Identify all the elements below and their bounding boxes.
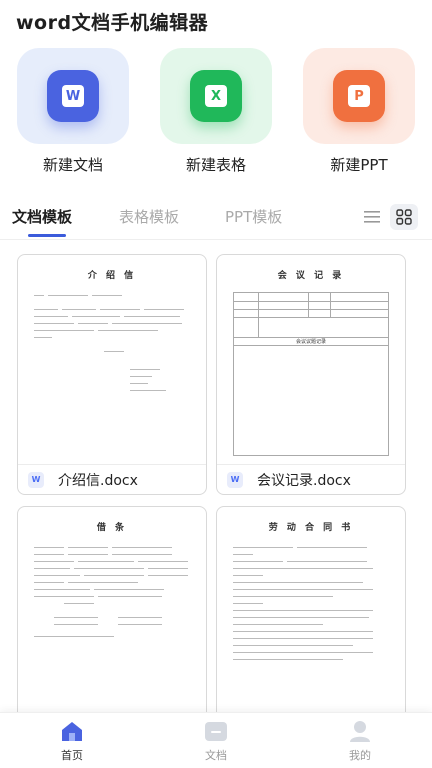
nav-profile-label: 我的 — [349, 749, 371, 762]
preview-table-header: 会议议题记录 — [295, 339, 326, 346]
profile-icon — [347, 719, 373, 743]
preview-title: 劳 动 合 同 书 — [268, 523, 354, 533]
new-ppt-label: 新建PPT — [330, 156, 388, 174]
template-card-footer: W 介绍信.docx — [18, 464, 206, 494]
nav-profile[interactable]: 我的 — [320, 719, 400, 763]
create-actions: W 新建文档 X 新建表格 P 新建PPT — [0, 48, 432, 178]
grid-view-button[interactable] — [390, 204, 418, 230]
preview-table: 会议议题记录 — [233, 292, 389, 457]
template-preview: 会 议 记 录 会议议题记录 — [217, 255, 405, 464]
bottom-navigation: 首页 文档 我的 — [0, 712, 432, 768]
template-name: 介绍信.docx — [58, 472, 138, 489]
nav-home[interactable]: 首页 — [32, 719, 112, 763]
template-card-iou[interactable]: 借 条 — [17, 506, 207, 726]
active-tab-indicator — [28, 234, 66, 237]
new-document-label: 新建文档 — [42, 156, 103, 174]
tab-document-templates[interactable]: 文档模板 — [12, 206, 72, 227]
new-ppt-tile[interactable]: P — [303, 48, 415, 144]
template-card-footer: W 会议记录.docx — [217, 464, 405, 494]
home-icon — [59, 719, 85, 743]
word-glyph: W — [62, 85, 84, 107]
template-tabs: 文档模板 表格模板 PPT模板 — [0, 198, 432, 240]
template-preview: 借 条 — [18, 507, 206, 725]
document-folder-icon — [203, 719, 229, 743]
template-preview: 介 绍 信 — [18, 255, 206, 464]
word-file-icon: W — [227, 471, 243, 488]
word-doc-icon: W — [47, 70, 99, 122]
nav-home-label: 首页 — [61, 749, 83, 762]
ppt-glyph: P — [348, 85, 370, 107]
preview-title: 介 绍 信 — [87, 271, 137, 281]
excel-sheet-icon: X — [190, 70, 242, 122]
grid-view-icon — [396, 209, 412, 225]
tab-ppt-templates[interactable]: PPT模板 — [225, 206, 282, 227]
app-title: word文档手机编辑器 — [16, 12, 209, 34]
word-file-icon: W — [28, 471, 44, 488]
preview-title: 借 条 — [96, 523, 128, 533]
template-name: 会议记录.docx — [257, 472, 351, 489]
template-preview: 劳 动 合 同 书 — [217, 507, 405, 725]
new-spreadsheet-label: 新建表格 — [185, 156, 246, 174]
nav-documents[interactable]: 文档 — [176, 719, 256, 763]
nav-documents-label: 文档 — [205, 749, 227, 762]
template-card-labor-contract[interactable]: 劳 动 合 同 书 — [216, 506, 406, 726]
new-document-button[interactable]: W 新建文档 — [14, 48, 132, 175]
ppt-icon: P — [333, 70, 385, 122]
new-ppt-button[interactable]: P 新建PPT — [300, 48, 418, 175]
new-spreadsheet-button[interactable]: X 新建表格 — [157, 48, 275, 175]
list-view-button[interactable] — [358, 204, 386, 230]
preview-title: 会 议 记 录 — [277, 271, 345, 281]
template-card-introduction-letter[interactable]: 介 绍 信 W 介绍信.docx — [17, 254, 207, 495]
tab-spreadsheet-templates[interactable]: 表格模板 — [119, 206, 179, 227]
new-document-tile[interactable]: W — [17, 48, 129, 144]
template-card-meeting-minutes[interactable]: 会 议 记 录 会议议题记录 W 会议记录.docx — [216, 254, 406, 495]
excel-glyph: X — [205, 85, 227, 107]
new-spreadsheet-tile[interactable]: X — [160, 48, 272, 144]
list-view-icon — [364, 211, 380, 223]
